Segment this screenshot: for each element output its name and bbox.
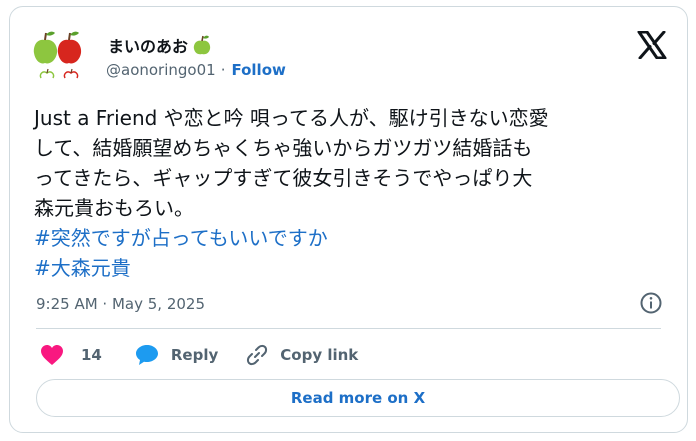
copy-link-label: Copy link	[280, 346, 359, 364]
divider	[36, 328, 661, 329]
follow-button[interactable]: Follow	[231, 61, 285, 79]
info-icon[interactable]	[639, 291, 663, 315]
post-text-line: して、結婚願望めちゃくちゃ強いからガツガツ結婚話も	[34, 136, 533, 160]
post-text-line: 森元貴おもろい。	[34, 196, 194, 220]
reply-button[interactable]: Reply	[135, 344, 218, 366]
post-text: Just a Friend や恋と吟 唄ってる人が、駆け引きない恋愛 して、結婚…	[34, 103, 674, 283]
author-meta: @aonoringo01 · Follow	[106, 61, 286, 79]
author-name-text[interactable]: まいのあお	[108, 33, 188, 57]
apple-avatar-icon[interactable]	[31, 22, 97, 84]
like-button[interactable]: 14	[36, 344, 102, 366]
post-text-line: Just a Friend や恋と吟 唄ってる人が、駆け引きない恋愛	[34, 106, 549, 130]
heart-icon	[41, 345, 63, 365]
speech-bubble-icon	[135, 345, 158, 365]
reply-label: Reply	[170, 346, 219, 364]
read-more-button[interactable]: Read more on X	[36, 379, 680, 417]
link-icon	[247, 344, 268, 366]
hashtag-link[interactable]: #大森元貴	[34, 253, 674, 283]
hashtag-link[interactable]: #突然ですが占ってもいいですか	[34, 223, 674, 253]
action-bar: 14 Reply Copy link	[36, 341, 358, 369]
post-text-line: ってきたら、ギャップすぎて彼女引きそうでやっぱり大	[34, 166, 533, 190]
copy-link-button[interactable]: Copy link	[246, 344, 358, 366]
author-handle[interactable]: @aonoringo01	[106, 61, 216, 79]
green-apple-icon	[193, 35, 211, 55]
post-card: まいのあお @aonoringo01 · Follow Just a Frien…	[9, 6, 688, 433]
x-logo-icon[interactable]	[637, 31, 667, 59]
post-timestamp[interactable]: 9:25 AM · May 5, 2025	[36, 295, 205, 313]
separator-dot: ·	[220, 61, 226, 79]
like-count: 14	[81, 346, 102, 364]
author-display-name[interactable]: まいのあお	[108, 33, 212, 57]
